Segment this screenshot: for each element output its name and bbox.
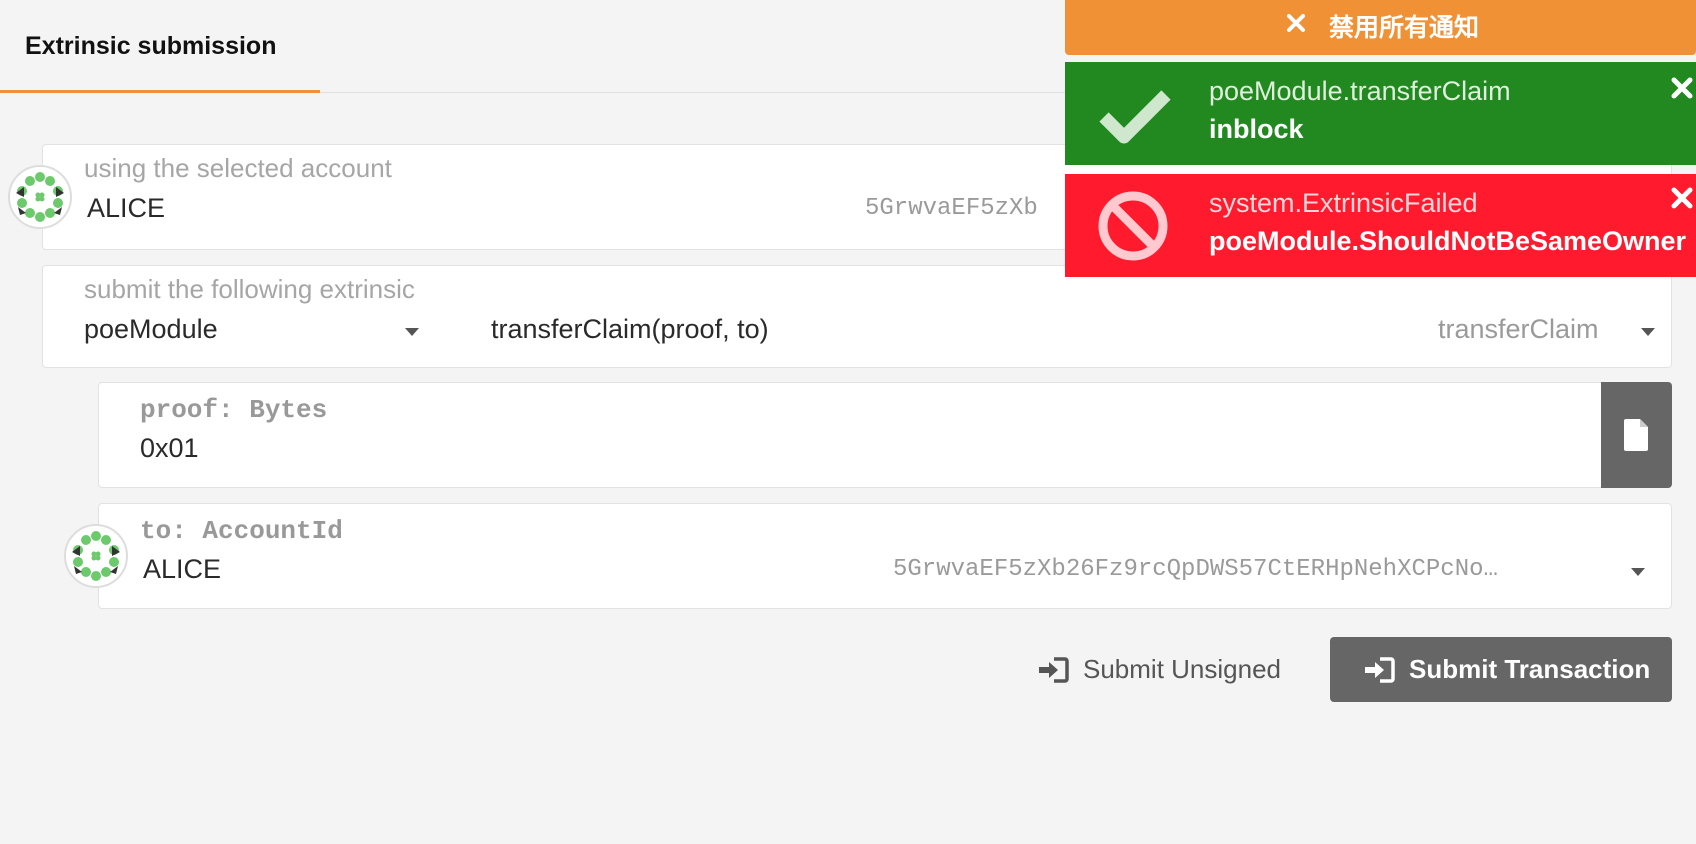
tab-extrinsic-submission[interactable]: Extrinsic submission	[0, 0, 320, 93]
chevron-down-icon[interactable]	[405, 328, 419, 336]
to-label: to: AccountId	[140, 516, 343, 546]
account-address: 5GrwvaEF5zXb	[865, 195, 1038, 222]
tab-label: Extrinsic submission	[25, 32, 277, 60]
ban-icon	[1098, 191, 1168, 261]
error-notification: system.ExtrinsicFailed poeModule.ShouldN…	[1065, 174, 1696, 277]
submit-unsigned-label: Submit Unsigned	[1083, 654, 1281, 684]
avatar	[64, 524, 128, 588]
avatar	[8, 165, 72, 229]
success-notification: poeModule.transferClaim inblock	[1065, 62, 1696, 165]
account-label: using the selected account	[84, 153, 392, 183]
close-icon	[1287, 14, 1305, 32]
error-title: system.ExtrinsicFailed	[1209, 188, 1478, 218]
sign-in-icon	[1365, 657, 1395, 683]
error-detail: poeModule.ShouldNotBeSameOwner	[1209, 226, 1687, 256]
proof-input[interactable]: 0x01	[140, 433, 199, 464]
submit-transaction-button[interactable]: Submit Transaction	[1330, 637, 1672, 702]
sign-in-icon	[1039, 657, 1069, 683]
method-signature[interactable]: transferClaim(proof, to)	[491, 314, 769, 345]
success-status: inblock	[1209, 114, 1304, 144]
identicon-icon	[72, 531, 120, 581]
to-account-address: 5GrwvaEF5zXb26Fz9rcQpDWS57CtERHpNehXCPcN…	[893, 556, 1498, 583]
proof-field[interactable]: proof: Bytes 0x01	[98, 382, 1672, 488]
account-name: ALICE	[87, 193, 166, 223]
close-icon[interactable]	[1671, 77, 1693, 99]
proof-label: proof: Bytes	[140, 395, 328, 425]
close-icon[interactable]	[1671, 187, 1693, 209]
chevron-down-icon[interactable]	[1641, 328, 1655, 336]
method-select[interactable]: transferClaim	[1438, 314, 1599, 345]
dismiss-all-notifications-button[interactable]: 禁用所有通知	[1065, 0, 1696, 55]
chevron-down-icon[interactable]	[1631, 568, 1645, 576]
checkmark-icon	[1099, 90, 1171, 144]
submit-transaction-label: Submit Transaction	[1409, 654, 1651, 684]
to-field[interactable]: to: AccountId ALICE 5GrwvaEF5zXb26Fz9rcQ…	[98, 503, 1672, 609]
submit-unsigned-button[interactable]: Submit Unsigned	[1035, 640, 1285, 700]
extrinsic-label: submit the following extrinsic	[84, 274, 415, 304]
identicon-icon	[16, 172, 64, 222]
module-select[interactable]: poeModule	[84, 314, 218, 345]
dismiss-all-label: 禁用所有通知	[1329, 14, 1480, 42]
extrinsic-selector: submit the following extrinsic poeModule…	[42, 265, 1672, 368]
file-upload-button[interactable]	[1601, 382, 1672, 488]
success-title: poeModule.transferClaim	[1209, 76, 1511, 106]
file-icon	[1624, 419, 1648, 451]
to-account-name: ALICE	[143, 554, 222, 584]
